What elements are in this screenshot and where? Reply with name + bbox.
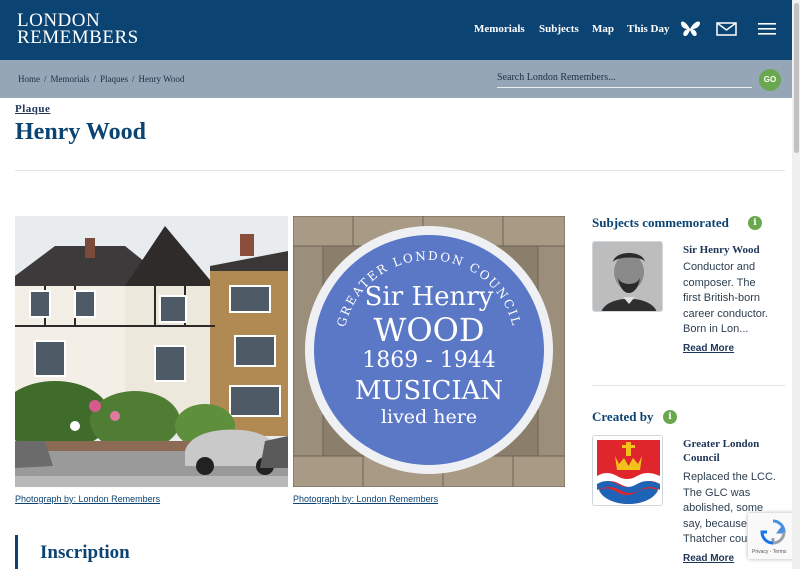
page-title: Henry Wood [15, 119, 146, 145]
divider [15, 170, 785, 171]
created-by-heading: Created by [592, 409, 654, 424]
mail-icon[interactable] [716, 22, 737, 36]
plaque-inscription: Sir Henry WOOD 1869 - 1944 MUSICIAN live… [293, 284, 565, 427]
subject-name-link[interactable]: Sir Henry Wood [683, 243, 783, 257]
plaque-line: MUSICIAN [354, 376, 504, 406]
logo-line2: REMEMBERS [17, 27, 139, 48]
breadcrumb-separator: / [132, 74, 135, 84]
plaque-line: 1869 - 1944 [362, 348, 496, 373]
plaque-line: WOOD [373, 311, 485, 349]
scrollbar-thumb[interactable] [794, 3, 799, 153]
photo-caption-link[interactable]: Photograph by: London Remembers [15, 494, 160, 504]
breadcrumb-home[interactable]: Home [18, 74, 40, 84]
inscription-accent-bar [15, 535, 18, 569]
nav-map[interactable]: Map [592, 23, 614, 35]
creator-name-link[interactable]: Greater London Council [683, 437, 783, 465]
breadcrumb-separator: / [93, 74, 97, 84]
search-input[interactable]: Search London Remembers... [497, 72, 752, 88]
plaque-line: lived here [380, 406, 478, 428]
creator-read-more-link[interactable]: Read More [683, 553, 734, 564]
subject-desc-line: Born in Lon... [683, 323, 749, 335]
butterfly-icon[interactable] [680, 20, 701, 38]
photo-caption-link[interactable]: Photograph by: London Remembers [293, 494, 438, 504]
subject-portrait[interactable] [592, 241, 663, 312]
breadcrumb: Home / Memorials / Plaques / Henry Wood Search… [0, 60, 800, 98]
creator-desc-line: Replaced the LCC. [683, 471, 776, 483]
breadcrumb-separator: / [44, 74, 47, 84]
creator-name-line: Council [683, 452, 720, 464]
breadcrumb-plaques[interactable]: Plaques [100, 74, 128, 84]
inscription-heading: Inscription [40, 542, 130, 563]
subject-desc-line: composer. The [683, 276, 756, 289]
subject-desc-line: Conductor and [683, 261, 756, 273]
recaptcha-icon [760, 519, 786, 545]
memorial-type-link[interactable]: Plaque [15, 103, 50, 115]
info-icon[interactable]: i [748, 216, 762, 230]
search-go-button[interactable]: GO [759, 69, 781, 91]
breadcrumb-current: Henry Wood [138, 74, 185, 84]
breadcrumb-memorials[interactable]: Memorials [51, 74, 90, 84]
subject-desc-line: first British-born [683, 292, 761, 304]
menu-icon[interactable] [758, 22, 776, 36]
nav-this-day[interactable]: This Day [627, 23, 670, 35]
nav-memorials[interactable]: Memorials [474, 23, 525, 35]
recaptcha-links[interactable]: Privacy - Terms [752, 549, 786, 555]
subject-read-more-link[interactable]: Read More [683, 343, 734, 354]
creator-desc-line: The GLC was [683, 486, 751, 499]
subjects-heading: Subjects commemorated [592, 215, 729, 230]
house-photo[interactable] [15, 216, 288, 487]
plaque-line: Sir Henry [364, 282, 494, 312]
subject-description: Conductor and composer. The first Britis… [683, 260, 783, 338]
plaque-photo[interactable]: GREATER LONDON COUNCIL Sir Henry WOOD 18… [293, 216, 565, 487]
creator-name-line: Greater London [683, 438, 760, 450]
subject-desc-line: career conductor. [683, 307, 768, 320]
sidebar-divider [592, 385, 785, 386]
site-logo[interactable]: LONDON REMEMBERS [17, 11, 139, 48]
info-icon[interactable]: i [663, 410, 677, 424]
glc-crest[interactable] [592, 435, 663, 506]
nav-subjects[interactable]: Subjects [539, 23, 579, 35]
